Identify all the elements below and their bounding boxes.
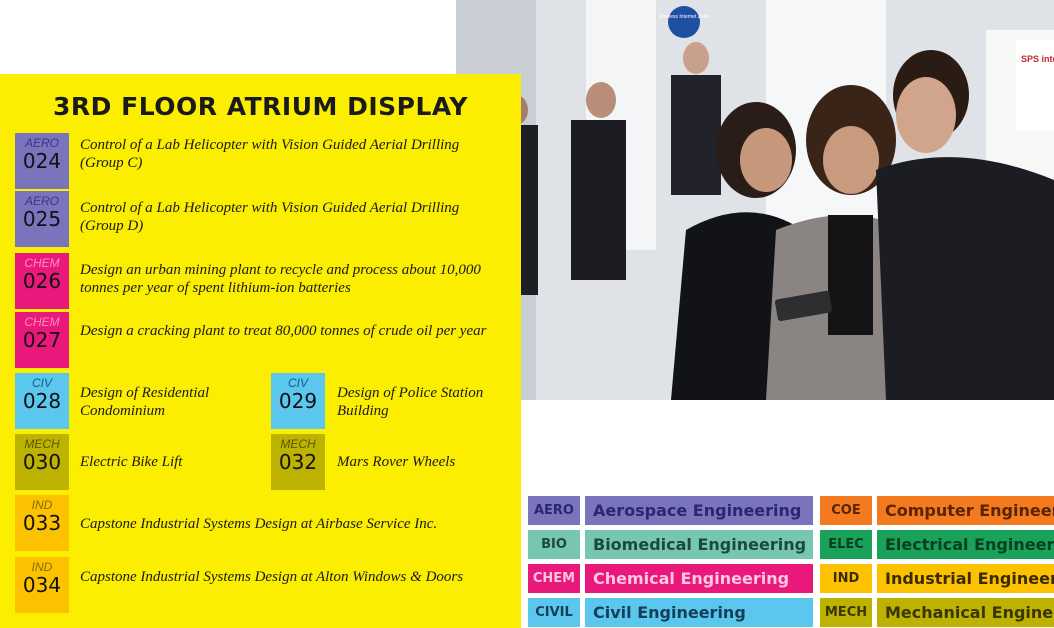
project-title-030: Electric Bike Lift: [80, 454, 183, 470]
project-code-032: MECH 032: [271, 434, 325, 490]
project-number: 034: [22, 573, 62, 597]
project-title-029: Design of Police Station Building: [337, 385, 484, 419]
project-title-033: Capstone Industrial Systems Design at Ai…: [80, 516, 438, 532]
project-number: 026: [22, 269, 62, 293]
legend-name-chem: Chemical Engineering: [585, 564, 813, 593]
event-photo-illustration: Wireless Internet Zone SPS intec: [456, 0, 1054, 400]
legend-abbr-chem: CHEM: [528, 564, 580, 593]
project-code-029: CIV 029: [271, 373, 325, 429]
project-number: 024: [22, 149, 62, 173]
project-code-030: MECH 030: [15, 434, 69, 490]
project-code-028: CIV 028: [15, 373, 69, 429]
project-code-024: AERO 024: [15, 133, 69, 189]
project-number: 025: [22, 207, 62, 231]
project-code-025: AERO 025: [15, 191, 69, 247]
atrium-display-panel: 3RD FLOOR ATRIUM DISPLAY AERO 024 Contro…: [0, 74, 521, 628]
project-number: 028: [22, 389, 62, 413]
legend-abbr-aero: AERO: [528, 496, 580, 525]
project-code-027: CHEM 027: [15, 312, 69, 368]
project-code-034: IND 034: [15, 557, 69, 613]
legend-name-bio: Biomedical Engineering: [585, 530, 813, 559]
legend-abbr-mech: MECH: [820, 598, 872, 627]
legend-abbr-ind: IND: [820, 564, 872, 593]
panel-title: 3RD FLOOR ATRIUM DISPLAY: [53, 92, 468, 121]
project-code-026: CHEM 026: [15, 253, 69, 309]
project-title-027: Design a cracking plant to treat 80,000 …: [80, 323, 487, 339]
event-photo: Wireless Internet Zone SPS intec: [456, 0, 1054, 400]
project-title-032: Mars Rover Wheels: [337, 454, 456, 470]
legend-abbr-elec: ELEC: [820, 530, 872, 559]
project-number: 033: [22, 511, 62, 535]
legend-name-elec: Electrical Engineering: [877, 530, 1054, 559]
project-title-026: Design an urban mining plant to recycle …: [80, 262, 481, 296]
project-title-025: Control of a Lab Helicopter with Vision …: [80, 200, 460, 234]
project-number: 030: [22, 450, 62, 474]
poster-text: SPS intec: [1021, 54, 1054, 64]
project-code-033: IND 033: [15, 495, 69, 551]
legend-name-aero: Aerospace Engineering: [585, 496, 813, 525]
project-title-028: Design of Residential Condominium: [80, 385, 210, 419]
legend-name-mech: Mechanical Engineering: [877, 598, 1054, 627]
wifi-sign-text: Wireless Internet Zone: [659, 14, 710, 20]
legend-name-coe: Computer Engineering: [877, 496, 1054, 525]
project-number: 032: [278, 450, 318, 474]
project-number: 027: [22, 328, 62, 352]
project-title-034: Capstone Industrial Systems Design at Al…: [80, 569, 464, 585]
project-title-024: Control of a Lab Helicopter with Vision …: [80, 137, 460, 171]
legend-name-civil: Civil Engineering: [585, 598, 813, 627]
legend-name-ind: Industrial Engineering: [877, 564, 1054, 593]
legend-abbr-coe: COE: [820, 496, 872, 525]
legend-abbr-civil: CIVIL: [528, 598, 580, 627]
project-number: 029: [278, 389, 318, 413]
legend-abbr-bio: BIO: [528, 530, 580, 559]
wifi-sign-icon: [668, 6, 700, 38]
